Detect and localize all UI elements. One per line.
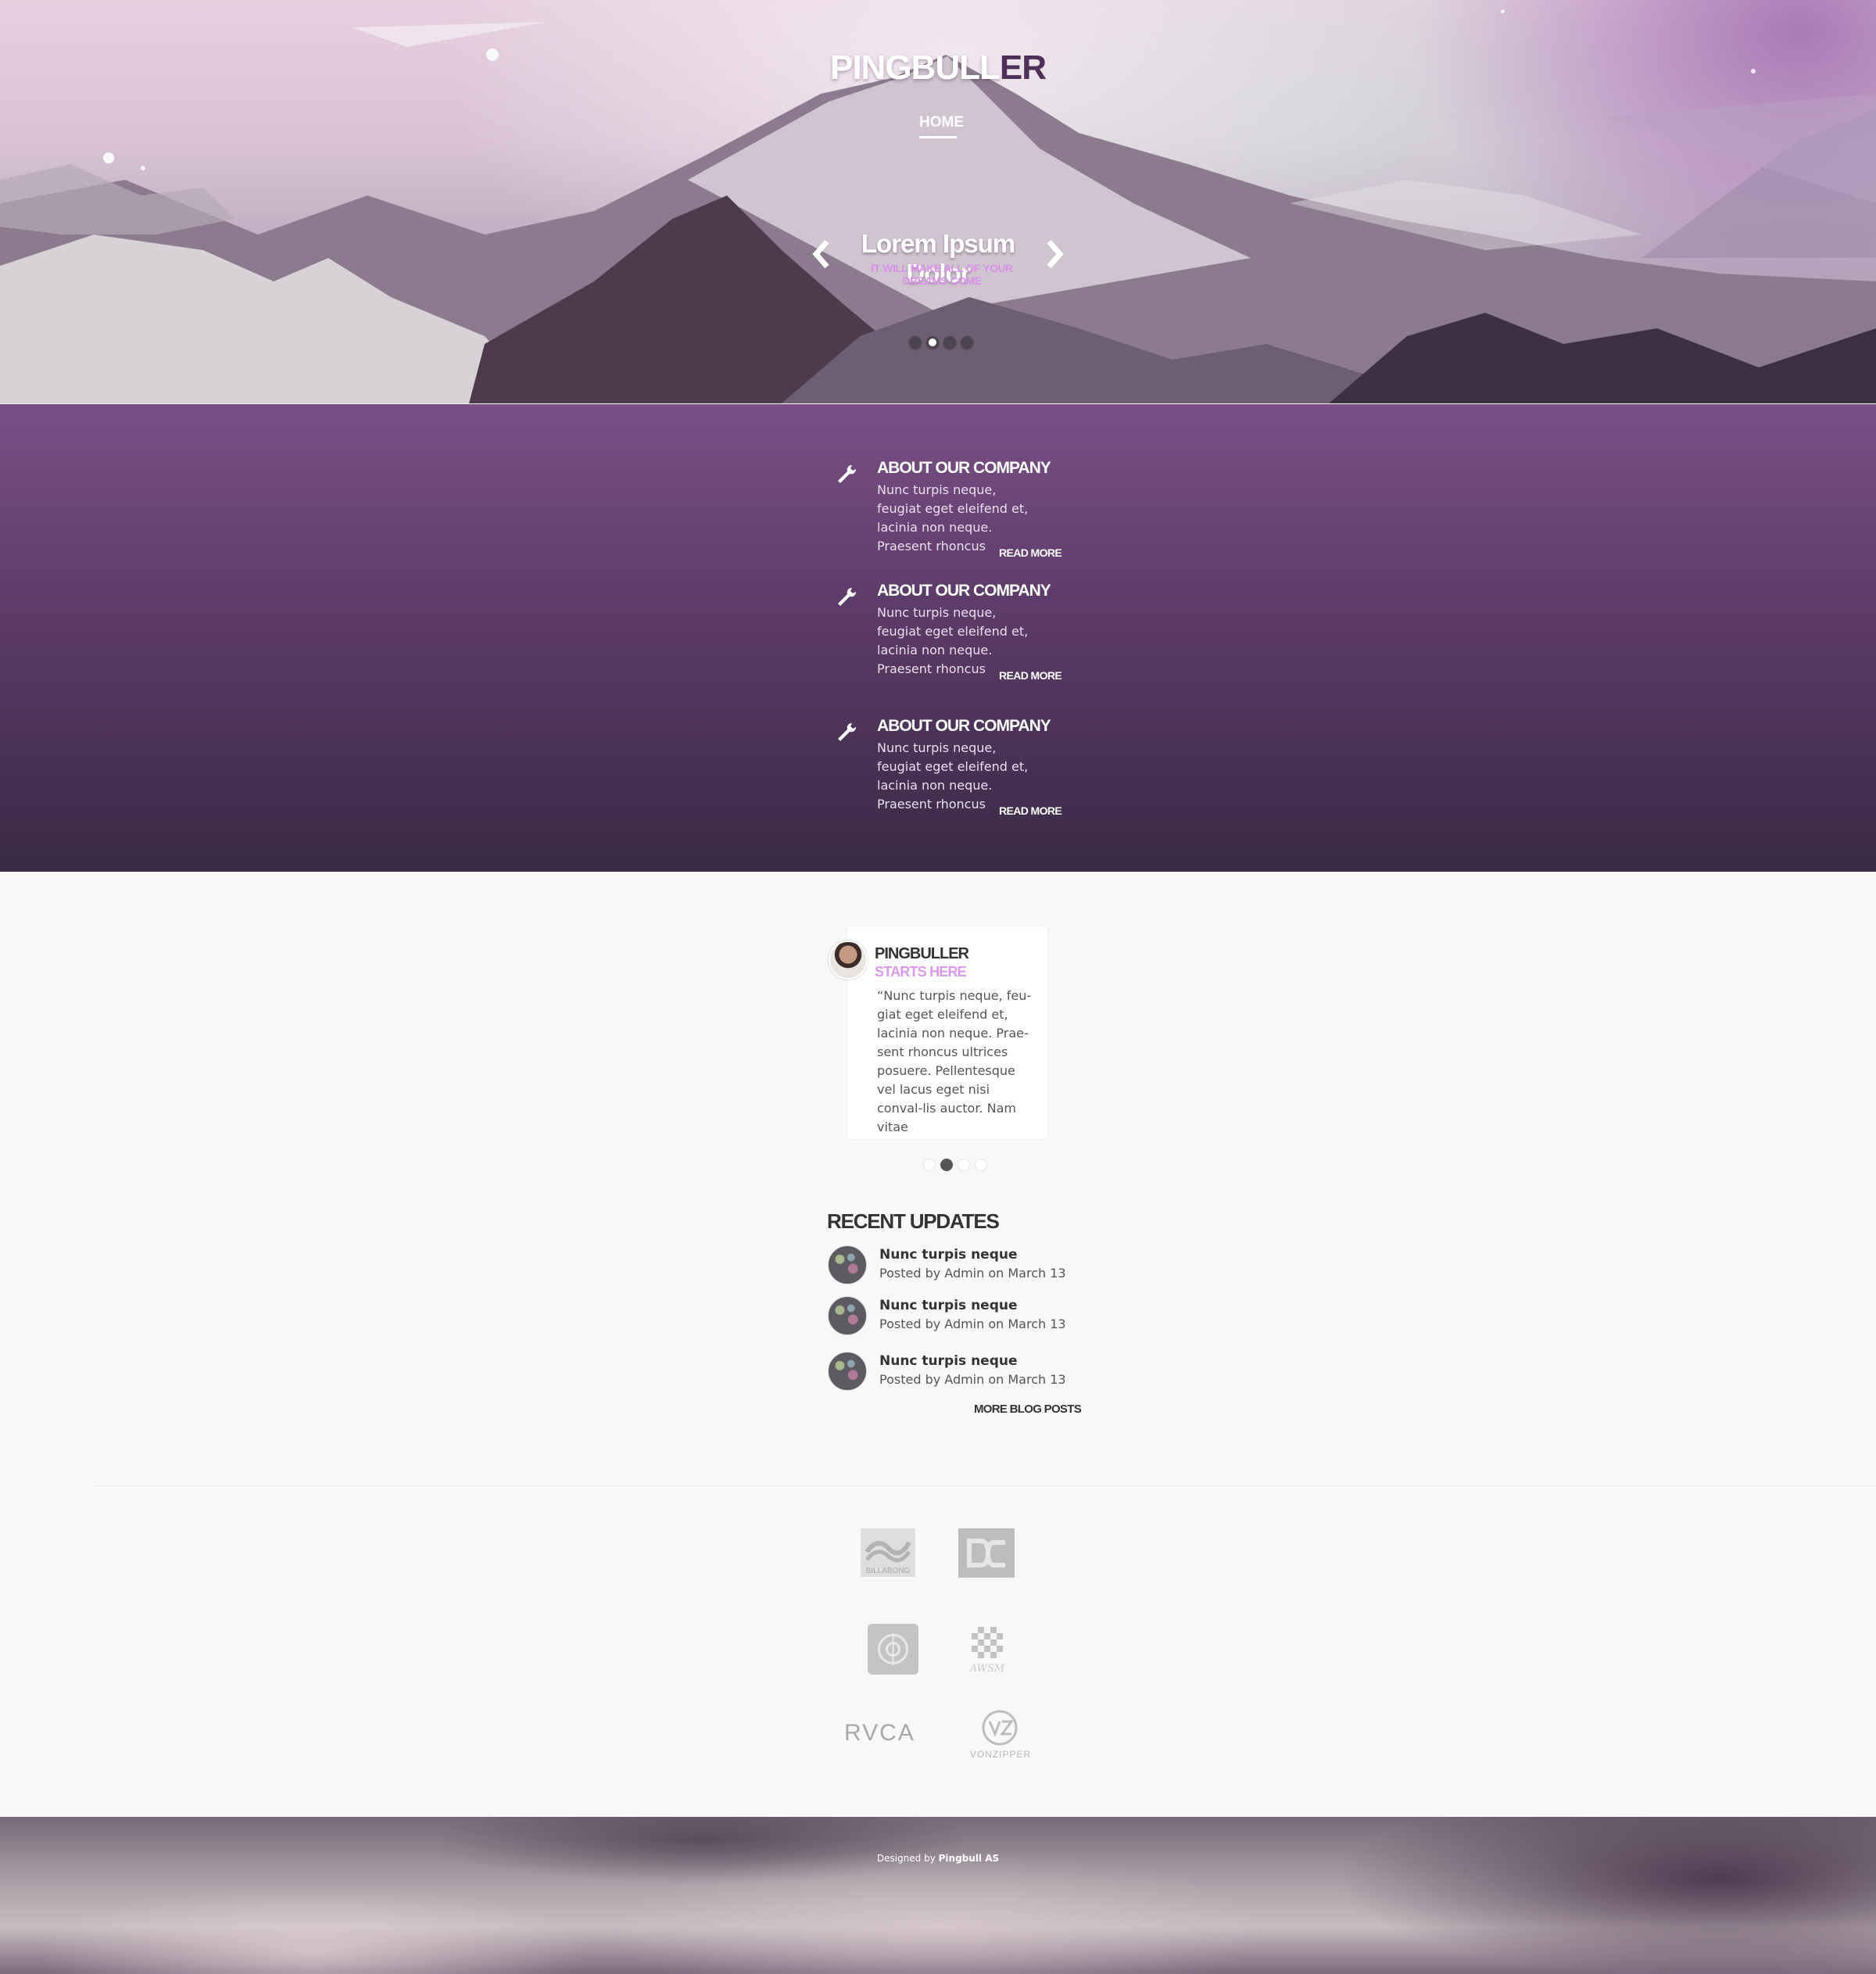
brand-accent-text: ER <box>999 48 1047 87</box>
vonzipper-logo[interactable]: VONZIPPER <box>969 1709 1033 1761</box>
slider-dot-active[interactable] <box>926 336 939 349</box>
dc-mark <box>958 1528 1015 1578</box>
slider-next-button[interactable] <box>1043 238 1066 270</box>
element-logo[interactable] <box>868 1624 918 1675</box>
brand-main-text: PINGBULL <box>829 48 1001 87</box>
post-title-link[interactable]: Nunc turpis neque <box>879 1247 1018 1263</box>
slider-dot[interactable] <box>943 336 956 349</box>
billabong-logo[interactable]: BILLABONG <box>861 1528 915 1577</box>
more-blog-posts-link[interactable]: MORE BLOG POSTS <box>974 1403 1082 1416</box>
awsm-logo[interactable]: AWSM <box>966 1625 1008 1676</box>
slide-subtitle: IT WILL MAKE ALL OF YOUR DREAMS COME <box>871 262 1013 287</box>
vonzipper-text: VONZIPPER <box>970 1749 1031 1760</box>
post-item: Nunc turpis neque Posted by Admin on Mar… <box>828 1245 1066 1286</box>
post-meta: Posted by Admin on March 13 <box>879 1372 1066 1387</box>
post-meta: Posted by Admin on March 13 <box>879 1317 1066 1331</box>
footer-credit: Designed by Pingbull AS <box>0 1853 1876 1864</box>
service-text: Nunc turpis neque, feugiat eget eleifend… <box>877 740 1029 811</box>
read-more-link[interactable]: READ MORE <box>999 804 1062 817</box>
testimonial-role: STARTS HERE <box>875 964 967 980</box>
post-item: Nunc turpis neque Posted by Admin on Mar… <box>828 1352 1066 1392</box>
vonzipper-mark: VONZIPPER <box>970 1710 1031 1760</box>
checker-mark: AWSM <box>969 1627 1005 1675</box>
testimonial-dot[interactable] <box>923 1159 936 1171</box>
section-divider <box>94 1485 1876 1486</box>
post-meta: Posted by Admin on March 13 <box>879 1266 1066 1281</box>
slider-dot[interactable] <box>961 336 973 349</box>
service-text: Nunc turpis neque, feugiat eget eleifend… <box>877 482 1029 554</box>
awsm-text: AWSM <box>969 1663 1005 1675</box>
billabong-text: BILLABONG <box>866 1567 911 1575</box>
footer: Designed by Pingbull AS <box>0 1817 1876 1974</box>
service-text: Nunc turpis neque, feugiat eget eleifend… <box>877 605 1029 676</box>
post-thumbnail[interactable] <box>828 1296 867 1335</box>
sparkle <box>1501 9 1505 13</box>
sparkle <box>103 152 114 163</box>
avatar <box>829 940 868 980</box>
testimonial-name: PINGBULLER <box>875 945 969 962</box>
credit-link[interactable]: Pingbull AS <box>939 1853 1000 1864</box>
read-more-link[interactable]: READ MORE <box>999 669 1062 682</box>
dc-logo[interactable] <box>958 1528 1015 1578</box>
billabong-mark: BILLABONG <box>861 1528 915 1577</box>
service-title: ABOUT OUR COMPANY <box>877 459 1051 477</box>
chevron-left-icon <box>812 239 829 269</box>
slider-prev-button[interactable] <box>810 238 833 270</box>
testimonial-quote: “Nunc turpis neque, feu-giat eget eleife… <box>877 988 1032 1134</box>
testimonial-pagination <box>923 1159 987 1171</box>
post-item: Nunc turpis neque Posted by Admin on Mar… <box>828 1296 1066 1337</box>
sparkle <box>141 166 145 170</box>
wrench-icon <box>838 587 857 606</box>
rvca-logo[interactable]: RVCA <box>844 1720 915 1747</box>
post-title-link[interactable]: Nunc turpis neque <box>879 1353 1018 1369</box>
footer-background <box>0 1817 1876 1974</box>
hero-banner: PINGBULLER HOME Lorem Ipsum Dolor IT WIL… <box>0 0 1876 403</box>
chevron-right-icon <box>1047 239 1064 269</box>
wrench-icon <box>838 464 857 483</box>
post-title-link[interactable]: Nunc turpis neque <box>879 1298 1018 1313</box>
testimonial-dot[interactable] <box>975 1159 987 1171</box>
slider-dot[interactable] <box>909 336 922 349</box>
services-section: ABOUT OUR COMPANY Nunc turpis neque, feu… <box>0 404 1876 872</box>
post-thumbnail[interactable] <box>828 1245 867 1284</box>
testimonial-dot-active[interactable] <box>940 1159 953 1171</box>
nav-home-link[interactable]: HOME <box>919 114 964 138</box>
testimonial-dot[interactable] <box>958 1159 970 1171</box>
service-title: ABOUT OUR COMPANY <box>877 717 1051 735</box>
service-title: ABOUT OUR COMPANY <box>877 582 1051 600</box>
recent-updates-heading: RECENT UPDATES <box>827 1209 1000 1233</box>
site-logo[interactable]: PINGBULLER <box>0 48 1876 88</box>
wrench-icon <box>838 722 857 741</box>
credit-prefix: Designed by <box>876 1853 936 1864</box>
element-mark <box>868 1624 918 1675</box>
slider-pagination <box>909 336 973 349</box>
read-more-link[interactable]: READ MORE <box>999 546 1062 559</box>
post-thumbnail[interactable] <box>828 1352 867 1391</box>
